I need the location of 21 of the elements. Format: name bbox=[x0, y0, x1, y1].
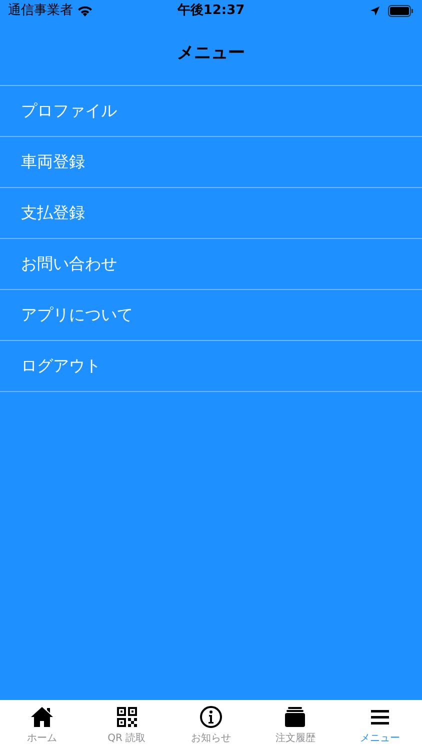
wifi-icon bbox=[77, 5, 93, 17]
tab-button[interactable]: お知らせ bbox=[168, 700, 254, 750]
menu-item[interactable]: ログアウト bbox=[0, 341, 422, 392]
info-icon bbox=[199, 705, 224, 729]
menu-item[interactable]: 支払登録 bbox=[0, 188, 422, 239]
qr-code-icon bbox=[114, 705, 139, 729]
nav-title: メニュー bbox=[177, 42, 245, 65]
status-time: 午後12:37 bbox=[177, 2, 245, 20]
location-icon bbox=[370, 6, 380, 16]
home-icon bbox=[30, 705, 54, 729]
menu-item[interactable]: お問い合わせ bbox=[0, 239, 422, 290]
tab-button[interactable]: メニュー bbox=[338, 700, 422, 750]
battery-icon bbox=[388, 5, 414, 17]
menu-item[interactable]: プロファイル bbox=[0, 86, 422, 137]
menu-item[interactable]: 車両登録 bbox=[0, 137, 422, 188]
tab-button[interactable]: QR 読取 bbox=[84, 700, 169, 750]
tab-button[interactable]: ホーム bbox=[0, 700, 84, 750]
tab-button[interactable]: 注文履歴 bbox=[253, 700, 338, 750]
menu-item[interactable]: アプリについて bbox=[0, 290, 422, 341]
carrier-name: 通信事業者 bbox=[8, 2, 73, 20]
tray-stack-icon bbox=[283, 705, 308, 729]
